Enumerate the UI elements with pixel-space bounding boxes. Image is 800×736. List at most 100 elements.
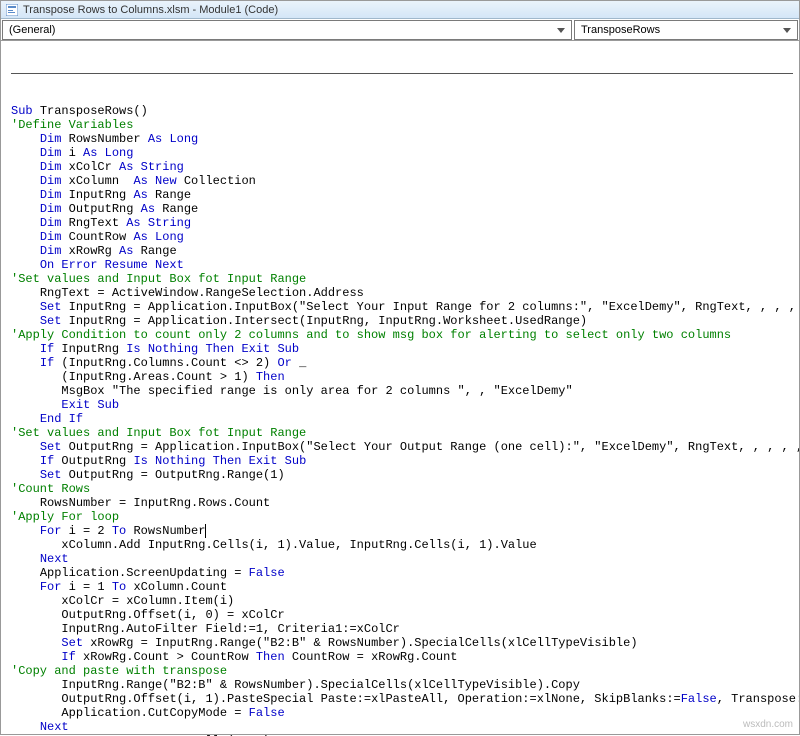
- code-text: OutputRng = OutputRng.Range(1): [61, 468, 284, 482]
- code-line[interactable]: Dim xColCr As String: [11, 160, 793, 174]
- code-line[interactable]: For i = 1 To xColumn.Count: [11, 580, 793, 594]
- code-line[interactable]: If InputRng Is Nothing Then Exit Sub: [11, 342, 793, 356]
- keyword: False: [249, 566, 285, 580]
- code-line[interactable]: 'Apply Condition to count only 2 columns…: [11, 328, 793, 342]
- keyword: Set: [40, 440, 62, 454]
- code-text: CountRow: [61, 230, 133, 244]
- code-text: OutputRng: [61, 202, 140, 216]
- object-procedure-row: (General) TransposeRows: [1, 19, 799, 41]
- code-text: , Transpose:=: [717, 692, 799, 706]
- keyword: As String: [119, 160, 184, 174]
- window-title: Transpose Rows to Columns.xlsm - Module1…: [23, 4, 278, 16]
- code-line[interactable]: If (InputRng.Columns.Count <> 2) Or _: [11, 356, 793, 370]
- code-line[interactable]: End If: [11, 412, 793, 426]
- code-line[interactable]: Dim i As Long: [11, 146, 793, 160]
- code-line[interactable]: (InputRng.Areas.Count > 1) Then: [11, 370, 793, 384]
- keyword: False: [249, 706, 285, 720]
- code-text: xColumn: [61, 174, 133, 188]
- code-line[interactable]: Sub TransposeRows(): [11, 104, 793, 118]
- code-line[interactable]: 'Apply For loop: [11, 510, 793, 524]
- code-line[interactable]: If OutputRng Is Nothing Then Exit Sub: [11, 454, 793, 468]
- keyword: Or: [277, 356, 291, 370]
- code-line[interactable]: Dim CountRow As Long: [11, 230, 793, 244]
- code-line[interactable]: Set OutputRng = Application.InputBox("Se…: [11, 440, 793, 454]
- code-text: xRowRg.Count > CountRow: [76, 650, 256, 664]
- code-line[interactable]: Application.ScreenUpdating = False: [11, 566, 793, 580]
- object-dropdown[interactable]: (General): [2, 20, 572, 40]
- keyword: On Error Resume Next: [40, 258, 184, 272]
- code-text: MsgBox "The specified range is only area…: [61, 384, 572, 398]
- code-text: RowsNumber = InputRng.Rows.Count: [40, 496, 270, 510]
- code-line[interactable]: Exit Sub: [11, 398, 793, 412]
- keyword: Set: [40, 468, 62, 482]
- procedure-dropdown[interactable]: TransposeRows: [574, 20, 798, 40]
- code-line[interactable]: 'Set values and Input Box fot Input Rang…: [11, 426, 793, 440]
- code-line[interactable]: Dim xColumn As New Collection: [11, 174, 793, 188]
- code-line[interactable]: Set InputRng = Application.InputBox("Sel…: [11, 300, 793, 314]
- code-text: OutputRng = Application.InputBox("Select…: [61, 440, 799, 454]
- keyword: If: [61, 650, 75, 664]
- code-line[interactable]: OutputRng.Offset(i, 1).PasteSpecial Past…: [11, 692, 793, 706]
- code-line[interactable]: 'Define Variables: [11, 118, 793, 132]
- code-line[interactable]: On Error Resume Next: [11, 258, 793, 272]
- code-line[interactable]: For i = 2 To RowsNumber: [11, 524, 793, 538]
- keyword: False: [681, 692, 717, 706]
- keyword: If: [40, 454, 54, 468]
- code-text: (InputRng.Areas.Count > 1): [61, 370, 255, 384]
- code-text: RngText: [61, 216, 126, 230]
- code-text: Range: [133, 244, 176, 258]
- code-text: InputRng = Application.InputBox("Select …: [61, 300, 799, 314]
- code-line[interactable]: OutputRng.Offset(i, 0) = xColCr: [11, 608, 793, 622]
- keyword: Dim: [40, 188, 62, 202]
- comment: 'Set values and Input Box fot Input Rang…: [11, 426, 306, 440]
- watermark: wsxdn.com: [743, 718, 793, 732]
- code-line[interactable]: InputRng.AutoFilter Field:=1, Criteria1:…: [11, 622, 793, 636]
- code-line[interactable]: Dim InputRng As Range: [11, 188, 793, 202]
- code-line[interactable]: Dim RowsNumber As Long: [11, 132, 793, 146]
- code-text: CountRow = xRowRg.Count: [285, 650, 458, 664]
- keyword: Then: [256, 370, 285, 384]
- code-line[interactable]: Next: [11, 720, 793, 734]
- code-line[interactable]: 'Copy and paste with transpose: [11, 664, 793, 678]
- code-line[interactable]: Set OutputRng = OutputRng.Range(1): [11, 468, 793, 482]
- code-line[interactable]: xColCr = xColumn.Item(i): [11, 594, 793, 608]
- code-text: i: [61, 146, 83, 160]
- code-line[interactable]: Dim xRowRg As Range: [11, 244, 793, 258]
- code-line[interactable]: InputRng.Range("B2:B" & RowsNumber).Spec…: [11, 678, 793, 692]
- code-line[interactable]: Dim OutputRng As Range: [11, 202, 793, 216]
- keyword: As Long: [148, 132, 198, 146]
- code-text: InputRng.Range("B2:B" & RowsNumber).Spec…: [61, 678, 579, 692]
- code-line[interactable]: Next: [11, 552, 793, 566]
- code-text: xColumn.Count: [126, 580, 227, 594]
- code-text: Application.CutCopyMode =: [61, 706, 248, 720]
- code-line[interactable]: If xRowRg.Count > CountRow Then CountRow…: [11, 650, 793, 664]
- keyword: If: [40, 342, 54, 356]
- keyword: As Long: [133, 230, 183, 244]
- code-text: InputRng = Application.Intersect(InputRn…: [61, 314, 587, 328]
- code-line[interactable]: Dim RngText As String: [11, 216, 793, 230]
- code-editor[interactable]: Sub TransposeRows()'Define Variables Dim…: [1, 41, 799, 736]
- keyword: Dim: [40, 160, 62, 174]
- code-line[interactable]: xColumn.Add InputRng.Cells(i, 1).Value, …: [11, 538, 793, 552]
- code-line[interactable]: RngText = ActiveWindow.RangeSelection.Ad…: [11, 286, 793, 300]
- comment: 'Define Variables: [11, 118, 133, 132]
- comment: 'Apply For loop: [11, 510, 119, 524]
- keyword: Dim: [40, 216, 62, 230]
- code-line[interactable]: MsgBox "The specified range is only area…: [11, 384, 793, 398]
- keyword: End If: [40, 412, 83, 426]
- code-text: InputRng.AutoFilter Field:=1, Criteria1:…: [61, 622, 399, 636]
- code-line[interactable]: Application.CutCopyMode = False: [11, 706, 793, 720]
- keyword: Is Nothing Then Exit Sub: [133, 454, 306, 468]
- keyword: As String: [126, 216, 191, 230]
- keyword: Dim: [40, 244, 62, 258]
- procedure-dropdown-value: TransposeRows: [581, 24, 660, 36]
- code-text: xColumn.Add InputRng.Cells(i, 1).Value, …: [61, 538, 536, 552]
- keyword: Sub: [11, 104, 40, 118]
- code-line[interactable]: RowsNumber = InputRng.Rows.Count: [11, 496, 793, 510]
- code-line[interactable]: Set xRowRg = InputRng.Range("B2:B" & Row…: [11, 636, 793, 650]
- code-line[interactable]: Set InputRng = Application.Intersect(Inp…: [11, 314, 793, 328]
- code-line[interactable]: 'Set values and Input Box fot Input Rang…: [11, 272, 793, 286]
- code-text: Application.ScreenUpdating =: [40, 566, 249, 580]
- keyword: Dim: [40, 174, 62, 188]
- code-line[interactable]: 'Count Rows: [11, 482, 793, 496]
